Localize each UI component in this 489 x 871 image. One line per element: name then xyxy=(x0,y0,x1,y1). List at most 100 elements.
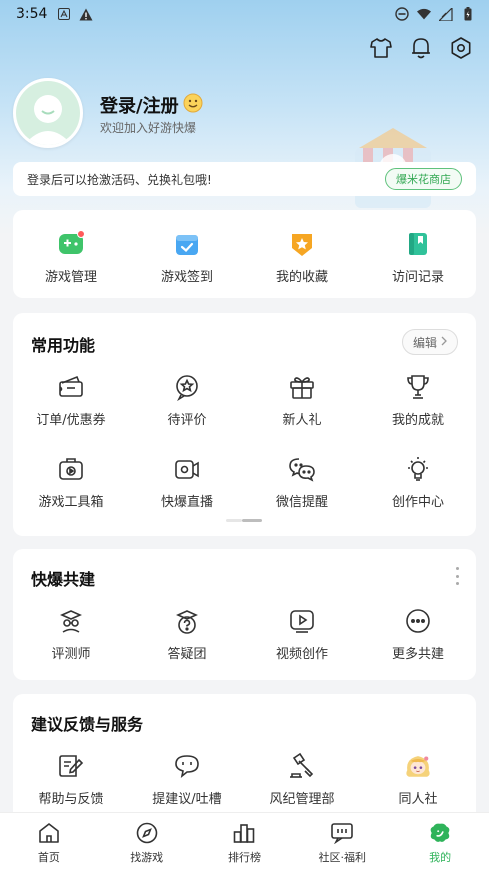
chevron-right-icon xyxy=(441,335,447,349)
function-label: 我的成就 xyxy=(391,413,444,428)
compass-icon xyxy=(135,821,159,845)
feedback-label: 同人社 xyxy=(398,792,438,807)
settings-icon[interactable] xyxy=(449,36,473,60)
lightbulb-icon xyxy=(404,455,432,483)
feedback-card: 建议反馈与服务 帮助与反馈 提建议/吐槽 风纪管理部 同人社 xyxy=(13,694,476,824)
nav-label: 首页 xyxy=(37,851,60,864)
more-options-icon[interactable] xyxy=(454,567,460,585)
more-dots-icon xyxy=(404,607,432,635)
calendar-check-icon xyxy=(173,230,201,258)
quick-link-history[interactable]: 访问记录 xyxy=(368,230,468,285)
function-wechat-reminder[interactable]: 微信提醒 xyxy=(252,455,352,510)
wechat-icon xyxy=(288,455,316,483)
co-build-card: 快爆共建 评测师 答疑团 视频创作 更多共建 xyxy=(13,549,476,680)
feedback-label: 提建议/吐槽 xyxy=(152,792,222,807)
quick-links-card: 游戏管理 游戏签到 我的收藏 访问记录 xyxy=(13,210,476,298)
promo-text: 登录后可以抢激活码、兑换礼包哦! xyxy=(27,172,212,187)
co-build-label: 视频创作 xyxy=(275,647,328,662)
feedback-label: 风纪管理部 xyxy=(269,792,335,807)
function-label: 游戏工具箱 xyxy=(38,495,104,510)
login-title-text: 登录/注册 xyxy=(100,96,179,117)
co-build-label: 评测师 xyxy=(51,647,91,662)
co-build-qa-team[interactable]: 答疑团 xyxy=(137,607,237,662)
quick-link-label: 访问记录 xyxy=(391,270,444,285)
ranking-icon xyxy=(232,821,256,845)
alert-icon xyxy=(79,7,93,21)
home-icon xyxy=(37,821,61,845)
function-achievements[interactable]: 我的成就 xyxy=(368,373,468,428)
nav-me[interactable]: 我的 xyxy=(391,813,489,871)
function-toolbox[interactable]: 游戏工具箱 xyxy=(21,455,121,510)
login-register-link[interactable]: 登录/注册 xyxy=(100,92,203,118)
battery-icon xyxy=(461,7,475,21)
review-star-icon xyxy=(173,373,201,401)
function-live[interactable]: 快爆直播 xyxy=(137,455,237,510)
nav-find-games[interactable]: 找游戏 xyxy=(98,813,196,871)
me-icon xyxy=(428,821,452,845)
avatar[interactable] xyxy=(13,78,83,148)
quick-link-checkin[interactable]: 游戏签到 xyxy=(137,230,237,285)
feedback-discipline[interactable]: 风纪管理部 xyxy=(252,752,352,807)
function-label: 待评价 xyxy=(167,413,207,428)
co-build-video-creation[interactable]: 视频创作 xyxy=(252,607,352,662)
quick-link-favorites[interactable]: 我的收藏 xyxy=(252,230,352,285)
common-functions-card: 常用功能 编辑 订单/优惠券 待评价 新人礼 我的成就 游戏工具箱 快爆直播 微… xyxy=(13,313,476,536)
help-edit-icon xyxy=(57,752,85,780)
bottom-navigation: 首页 找游戏 排行榜 社区·福利 我的 xyxy=(0,812,489,871)
function-label: 创作中心 xyxy=(391,495,444,510)
function-pending-review[interactable]: 待评价 xyxy=(137,373,237,428)
function-label: 订单/优惠券 xyxy=(36,413,106,428)
section-title-common: 常用功能 xyxy=(31,336,96,355)
edit-label: 编辑 xyxy=(412,335,437,350)
function-creator-center[interactable]: 创作中心 xyxy=(368,455,468,510)
nav-label: 排行榜 xyxy=(227,851,261,864)
function-newbie-gift[interactable]: 新人礼 xyxy=(252,373,352,428)
co-build-reviewer[interactable]: 评测师 xyxy=(21,607,121,662)
nav-home[interactable]: 首页 xyxy=(0,813,98,871)
edit-button[interactable]: 编辑 xyxy=(401,329,458,355)
feedback-fan-club[interactable]: 同人社 xyxy=(368,752,468,807)
star-badge-icon xyxy=(288,230,316,258)
co-build-label: 更多共建 xyxy=(391,647,444,662)
nav-community[interactable]: 社区·福利 xyxy=(293,813,391,871)
wifi-icon xyxy=(417,7,431,21)
app-notification-icon xyxy=(57,7,71,21)
status-bar: 3:54 xyxy=(0,0,489,28)
welcome-subtitle: 欢迎加入好游快爆 xyxy=(100,121,197,135)
function-orders[interactable]: 订单/优惠券 xyxy=(21,373,121,428)
play-video-icon xyxy=(288,607,316,635)
top-actions xyxy=(369,36,473,60)
quick-link-game-manage[interactable]: 游戏管理 xyxy=(21,230,121,285)
feedback-help[interactable]: 帮助与反馈 xyxy=(21,752,121,807)
section-title-feedback: 建议反馈与服务 xyxy=(31,715,144,734)
feedback-suggestion[interactable]: 提建议/吐槽 xyxy=(137,752,237,807)
community-icon xyxy=(330,821,354,845)
gavel-icon xyxy=(288,752,316,780)
status-time: 3:54 xyxy=(16,6,48,22)
gift-icon xyxy=(288,373,316,401)
promo-bar: 登录后可以抢激活码、兑换礼包哦! 爆米花商店 xyxy=(13,162,476,196)
smile-emoji-icon xyxy=(183,93,203,118)
nav-label: 找游戏 xyxy=(130,851,164,864)
nav-rankings[interactable]: 排行榜 xyxy=(196,813,294,871)
bell-icon[interactable] xyxy=(409,36,433,60)
page-indicator xyxy=(226,519,262,522)
toolbox-icon xyxy=(57,455,85,483)
reviewer-icon xyxy=(57,607,85,635)
dnd-icon xyxy=(395,7,409,21)
co-build-more[interactable]: 更多共建 xyxy=(368,607,468,662)
gamepad-icon xyxy=(57,230,85,258)
coupon-icon xyxy=(57,373,85,401)
function-label: 微信提醒 xyxy=(275,495,328,510)
popcorn-shop-button[interactable]: 爆米花商店 xyxy=(385,168,462,190)
quick-link-label: 游戏签到 xyxy=(160,270,213,285)
co-build-label: 答疑团 xyxy=(167,647,207,662)
feedback-label: 帮助与反馈 xyxy=(38,792,104,807)
bookmark-book-icon xyxy=(404,230,432,258)
question-icon xyxy=(173,607,201,635)
trophy-icon xyxy=(404,373,432,401)
shirt-icon[interactable] xyxy=(369,36,393,60)
section-title-co-build: 快爆共建 xyxy=(31,570,96,589)
function-label: 新人礼 xyxy=(282,413,322,428)
cellular-icon xyxy=(439,7,453,21)
